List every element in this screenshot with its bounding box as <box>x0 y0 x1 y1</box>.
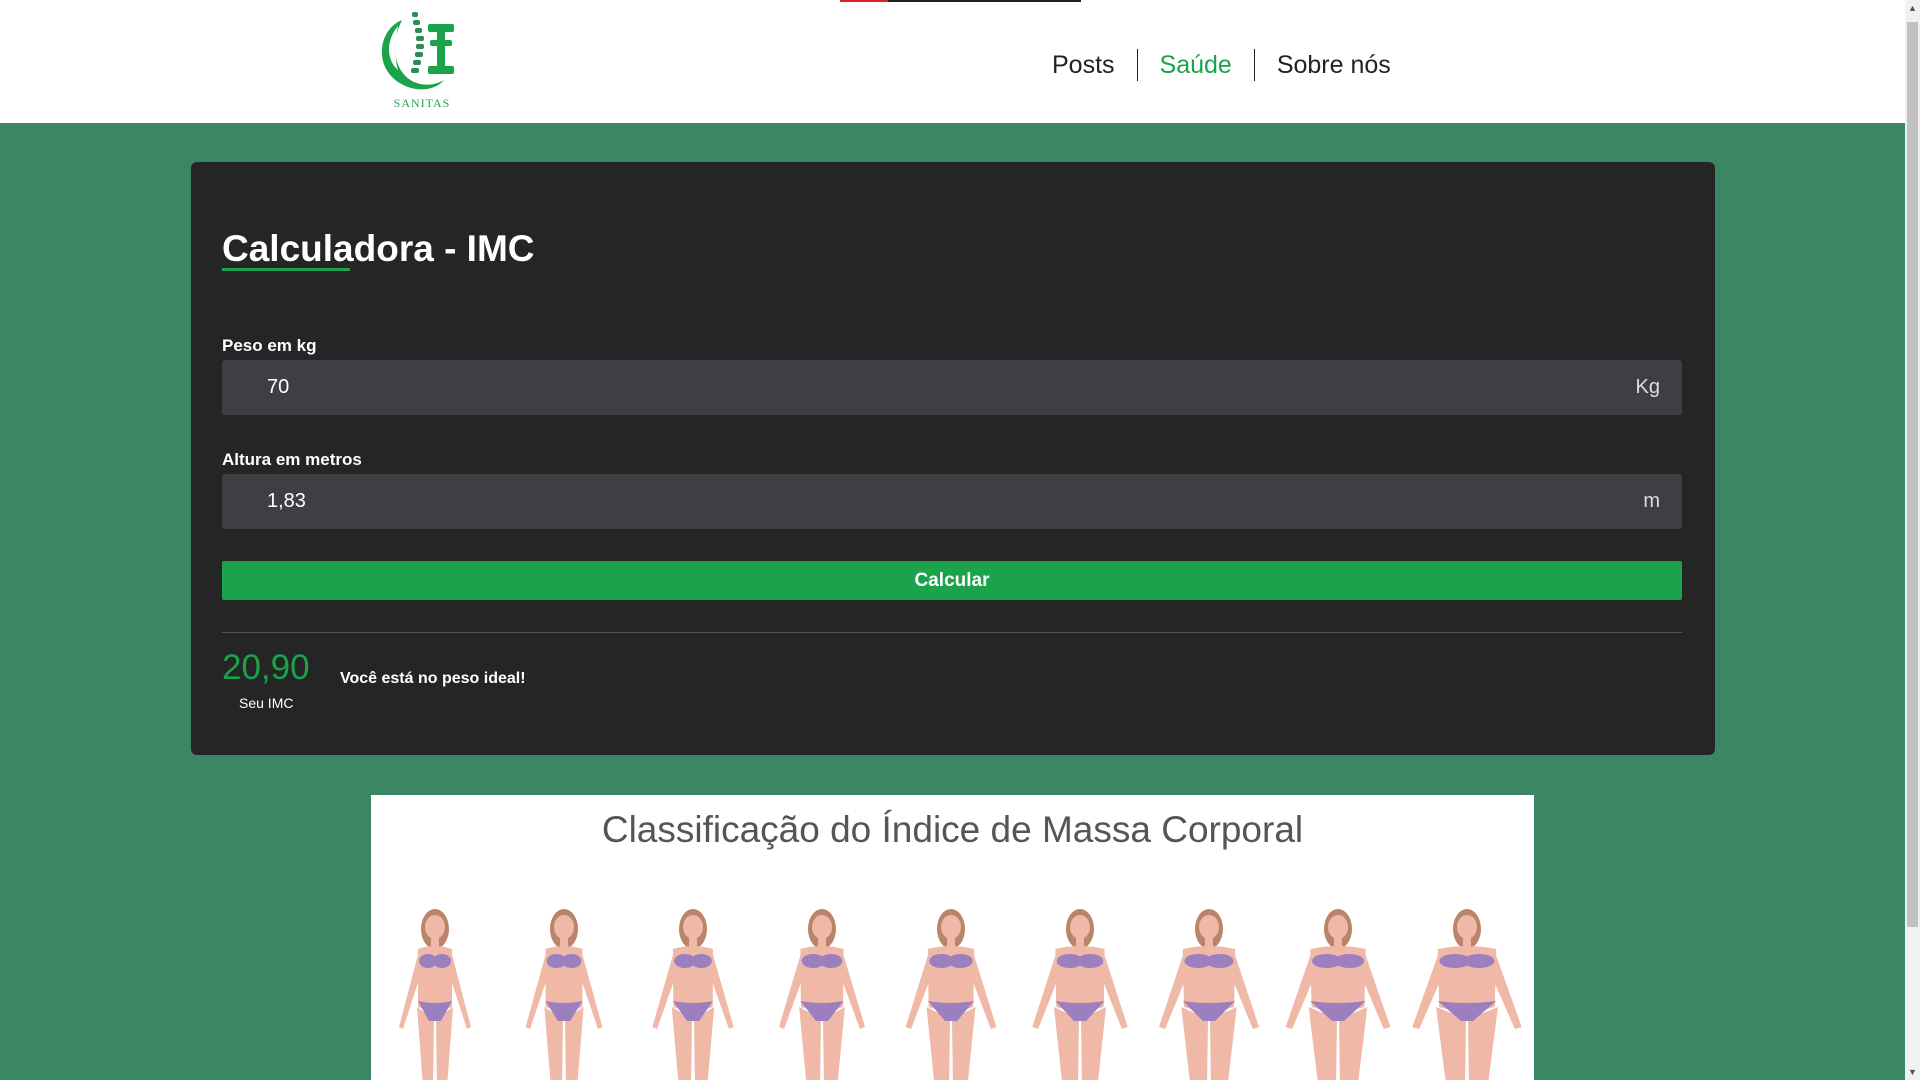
title-underline <box>222 268 350 271</box>
calculator-title: Calculadora - IMC <box>222 228 535 269</box>
bmi-result-caption: Seu IMC <box>239 695 294 711</box>
weight-unit: Kg <box>1635 376 1660 398</box>
scroll-down-arrow-icon[interactable]: ▼ <box>1905 1064 1920 1080</box>
bmi-classification-panel: Classificação do Índice de Massa Corpora… <box>371 795 1534 1080</box>
classification-title: Classificação do Índice de Massa Corpora… <box>601 809 1304 850</box>
height-field: m <box>222 474 1682 529</box>
bmi-calculator-card: Calculadora - IMC Peso em kg Kg Altura e… <box>191 162 1715 755</box>
body-figure <box>1158 909 1260 1080</box>
height-label: Altura em metros <box>222 450 362 469</box>
height-input[interactable] <box>222 474 1627 529</box>
weight-input[interactable] <box>222 360 1627 415</box>
body-figure <box>905 909 997 1080</box>
body-figure <box>1285 909 1391 1080</box>
body-figure <box>399 909 471 1080</box>
vertical-scrollbar[interactable]: ▲ ▼ <box>1905 0 1920 1080</box>
nav-saude[interactable]: Saúde <box>1138 47 1254 83</box>
logo-text: SANITAS <box>393 96 451 110</box>
body-figure <box>525 909 603 1080</box>
nav-sobre-nos[interactable]: Sobre nós <box>1255 47 1413 83</box>
main-nav: Posts Saúde Sobre nós <box>1030 47 1413 83</box>
result-divider <box>222 632 1682 633</box>
body-figure <box>1412 909 1522 1080</box>
body-figure <box>652 909 734 1080</box>
scroll-up-arrow-icon[interactable]: ▲ <box>1905 0 1920 16</box>
bmi-result-value: 20,90 <box>222 648 310 687</box>
site-header: SANITAS Posts Saúde Sobre nós <box>0 0 1905 123</box>
bmi-result-message: Você está no peso ideal! <box>340 670 526 687</box>
weight-field: Kg <box>222 360 1682 415</box>
weight-label: Peso em kg <box>222 336 317 355</box>
body-figure <box>1032 909 1128 1080</box>
sanitas-logo[interactable]: SANITAS <box>372 6 472 114</box>
scrollbar-thumb[interactable] <box>1907 22 1918 927</box>
body-figure <box>778 909 866 1080</box>
calculate-button[interactable]: Calcular <box>222 561 1682 600</box>
top-accent-bar <box>840 0 1081 2</box>
body-figures-illustration <box>399 909 1522 1080</box>
logo-icon <box>381 12 454 90</box>
nav-posts[interactable]: Posts <box>1030 47 1137 83</box>
height-unit: m <box>1643 490 1660 512</box>
